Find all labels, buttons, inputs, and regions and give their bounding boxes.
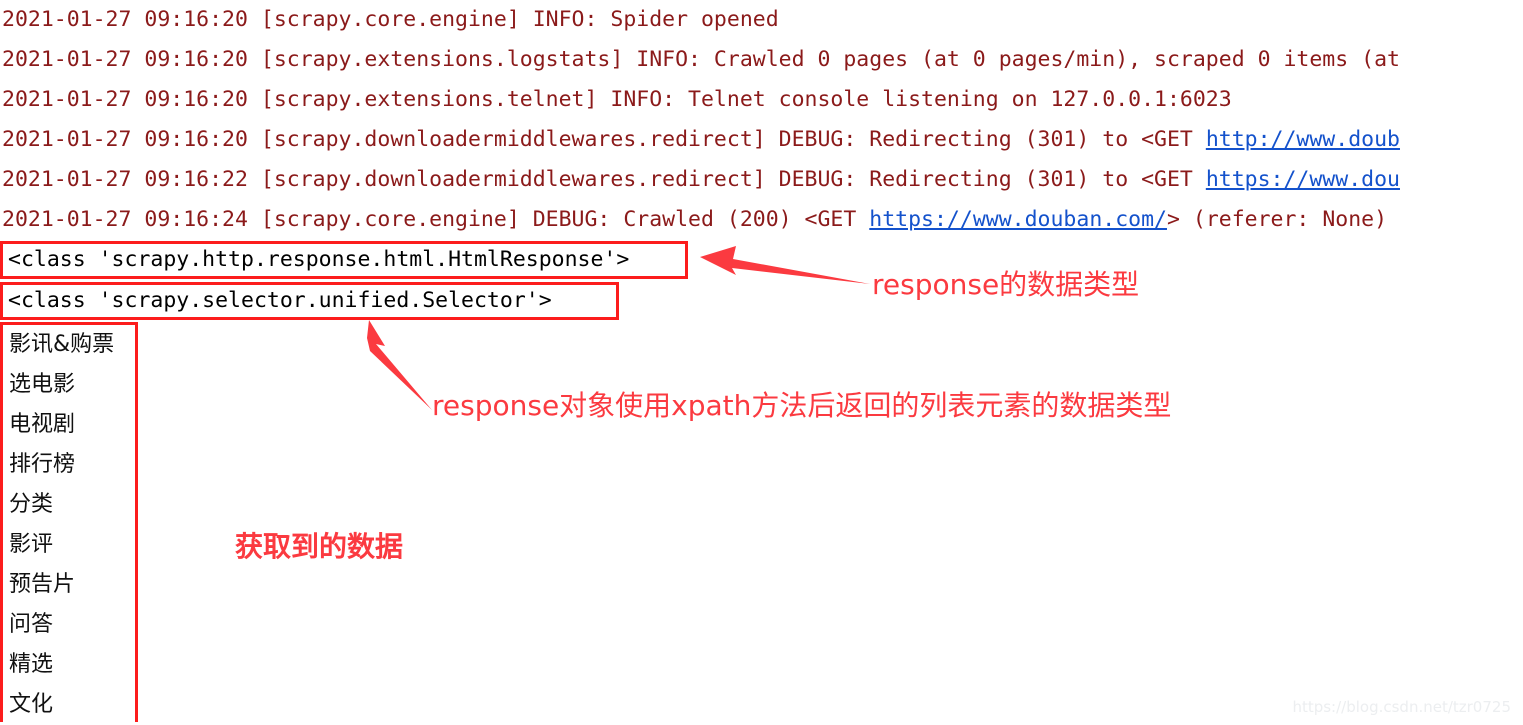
console-log-panel: 2021-01-27 09:16:20 [scrapy.core.engine]… [0, 0, 1523, 240]
list-item: 选电影 [9, 372, 76, 397]
annotation-scraped-data: 获取到的数据 [235, 530, 404, 563]
list-item: 精选 [9, 652, 54, 677]
log-line: 2021-01-27 09:16:20 [scrapy.downloadermi… [2, 120, 1400, 160]
annotation-response-data-type: response的数据类型 [872, 268, 1140, 301]
log-line-url[interactable]: http://www.doub [1206, 127, 1400, 152]
log-line: 2021-01-27 09:16:24 [scrapy.core.engine]… [2, 200, 1387, 240]
log-line-url[interactable]: https://www.douban.com/ [869, 207, 1167, 232]
response-class-text: <class 'scrapy.http.response.html.HtmlRe… [8, 247, 630, 273]
response-class-output-box: <class 'scrapy.http.response.html.HtmlRe… [0, 241, 688, 279]
log-line-text: 2021-01-27 09:16:20 [scrapy.extensions.t… [2, 87, 1232, 112]
log-line-text: 2021-01-27 09:16:20 [scrapy.downloadermi… [2, 127, 1206, 152]
list-item: 问答 [9, 612, 54, 637]
list-item: 排行榜 [9, 452, 76, 477]
log-line-text: 2021-01-27 09:16:24 [scrapy.core.engine]… [2, 207, 870, 232]
arrow-pointing-to-response-box [700, 246, 870, 284]
list-item: 电视剧 [9, 412, 76, 437]
list-item: 分类 [9, 492, 54, 517]
log-line: 2021-01-27 09:16:20 [scrapy.extensions.l… [2, 40, 1400, 80]
list-item: 文化 [9, 692, 54, 717]
log-line-suffix: > (referer: None) [1166, 207, 1388, 232]
log-line: 2021-01-27 09:16:20 [scrapy.extensions.t… [2, 80, 1232, 120]
log-line-text: 2021-01-27 09:16:22 [scrapy.downloadermi… [2, 167, 1206, 192]
selector-class-output-box: <class 'scrapy.selector.unified.Selector… [0, 282, 619, 320]
log-line: 2021-01-27 09:16:22 [scrapy.downloadermi… [2, 160, 1400, 200]
watermark: https://blog.csdn.net/tzr0725 [1292, 698, 1511, 716]
log-line-text: 2021-01-27 09:16:20 [scrapy.extensions.l… [2, 47, 1400, 72]
list-item: 影讯&购票 [9, 332, 115, 357]
list-item: 预告片 [9, 572, 76, 597]
scraped-data-list-box: 影讯&购票 选电影 电视剧 排行榜 分类 影评 预告片 问答 精选 文化 [0, 322, 138, 722]
list-item: 影评 [9, 532, 54, 557]
log-line-text: 2021-01-27 09:16:20 [scrapy.core.engine]… [2, 7, 779, 32]
log-line: 2021-01-27 09:16:20 [scrapy.core.engine]… [2, 0, 779, 40]
selector-class-text: <class 'scrapy.selector.unified.Selector… [8, 288, 552, 314]
log-line-url[interactable]: https://www.dou [1206, 167, 1400, 192]
annotation-selector-data-type: response对象使用xpath方法后返回的列表元素的数据类型 [432, 389, 1172, 422]
